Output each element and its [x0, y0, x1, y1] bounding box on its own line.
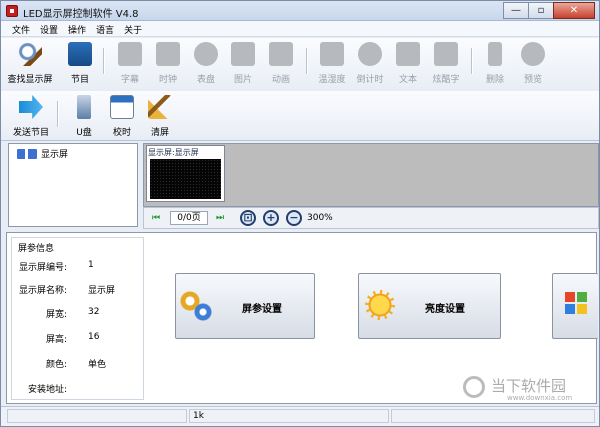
- app-logo-icon: [6, 5, 18, 17]
- text-icon: [396, 42, 420, 66]
- menu-file[interactable]: 文件: [7, 21, 35, 36]
- toolbar-separator: [103, 48, 105, 74]
- cool-text-button[interactable]: 炫酷字: [423, 42, 469, 88]
- close-button[interactable]: ✕: [553, 2, 595, 19]
- page-indicator: 0/0页: [170, 211, 208, 225]
- tree-item-screen[interactable]: 显示屏: [17, 147, 68, 160]
- system-settings-button[interactable]: [552, 273, 598, 339]
- screen-params-button[interactable]: 屏参设置: [175, 273, 315, 339]
- toolbar-separator: [306, 48, 308, 74]
- gears-icon: [180, 291, 216, 321]
- program-preview-area: 显示屏:显示屏: [143, 143, 599, 207]
- maximize-button[interactable]: ▫: [528, 2, 554, 19]
- menu-operate[interactable]: 操作: [63, 21, 91, 36]
- windows-icon: [565, 292, 587, 314]
- minimize-button[interactable]: —: [503, 2, 529, 19]
- clear-screen-button[interactable]: 清屏: [137, 95, 183, 141]
- window-controls: — ▫ ✕: [503, 2, 595, 19]
- led-screen-preview: [150, 159, 221, 199]
- send-icon: [19, 95, 43, 119]
- network-icon: [17, 148, 37, 159]
- status-cell-3: [391, 409, 595, 423]
- preview-button[interactable]: 预览: [510, 42, 556, 88]
- humidity-icon: [320, 42, 344, 66]
- menu-bar: 文件 设置 操作 语言 关于: [1, 21, 599, 37]
- program-icon: [68, 42, 92, 66]
- screen-thumbnail[interactable]: 显示屏:显示屏: [146, 145, 225, 202]
- zoom-in-icon[interactable]: +: [263, 210, 279, 226]
- animation-icon: [269, 42, 293, 66]
- screen-info-group: 屏参信息 显示屏编号: 1 显示屏名称: 显示屏 屏宽: 32 屏高: 16 颜…: [11, 237, 144, 400]
- preview-icon: [521, 42, 545, 66]
- brightness-button[interactable]: 亮度设置: [358, 273, 501, 339]
- toolbar-separator: [57, 101, 59, 127]
- dial-icon: [194, 42, 218, 66]
- last-page-button[interactable]: ⏭: [216, 213, 224, 223]
- watermark: 当下软件园 www.downxia.com: [457, 374, 597, 404]
- main-toolbar: 查找显示屏 节目 字幕 时钟 表盘 图片 动画 温湿度 倒计时 文本 炫酷字 删…: [1, 38, 599, 91]
- animation-button[interactable]: 动画: [258, 42, 304, 88]
- subtitle-icon: [118, 42, 142, 66]
- countdown-icon: [358, 42, 382, 66]
- watermark-logo-icon: [463, 376, 485, 398]
- zoom-fit-icon[interactable]: ⊡: [240, 210, 256, 226]
- thumbnail-title: 显示屏:显示屏: [148, 148, 199, 157]
- send-program-button[interactable]: 发送节目: [7, 95, 55, 141]
- calendar-icon: [110, 95, 134, 119]
- window-title: LED显示屏控制软件 V4.8: [23, 9, 139, 20]
- broom-icon: [148, 95, 172, 119]
- program-button[interactable]: 节目: [57, 42, 103, 88]
- menu-language[interactable]: 语言: [91, 21, 119, 36]
- clock-icon: [156, 42, 180, 66]
- menu-settings[interactable]: 设置: [35, 21, 63, 36]
- preview-nav-bar: ⏮ 0/0页 ⏭ ⊡ + − 300%: [143, 207, 599, 229]
- title-bar: LED显示屏控制软件 V4.8 — ▫ ✕: [1, 1, 599, 21]
- image-icon: [231, 42, 255, 66]
- zoom-out-icon[interactable]: −: [286, 210, 302, 226]
- first-page-button[interactable]: ⏮: [152, 213, 160, 223]
- info-title: 屏参信息: [18, 244, 55, 254]
- status-cell-size: 1k: [189, 409, 389, 423]
- status-bar: 1k: [1, 406, 599, 426]
- screen-tree: 显示屏: [8, 143, 138, 227]
- menu-about[interactable]: 关于: [119, 21, 147, 36]
- delete-icon: [488, 42, 502, 66]
- app-window: LED显示屏控制软件 V4.8 — ▫ ✕ 文件 设置 操作 语言 关于 查找显…: [0, 0, 600, 427]
- find-screen-button[interactable]: 查找显示屏: [7, 42, 53, 88]
- status-cell-1: [7, 409, 187, 423]
- secondary-toolbar: 发送节目 U盘 校时 清屏: [1, 91, 599, 141]
- cool-text-icon: [434, 42, 458, 66]
- usb-icon: [77, 95, 91, 119]
- sun-icon: [365, 290, 395, 320]
- search-icon: [18, 42, 42, 66]
- zoom-level: 300%: [307, 213, 333, 223]
